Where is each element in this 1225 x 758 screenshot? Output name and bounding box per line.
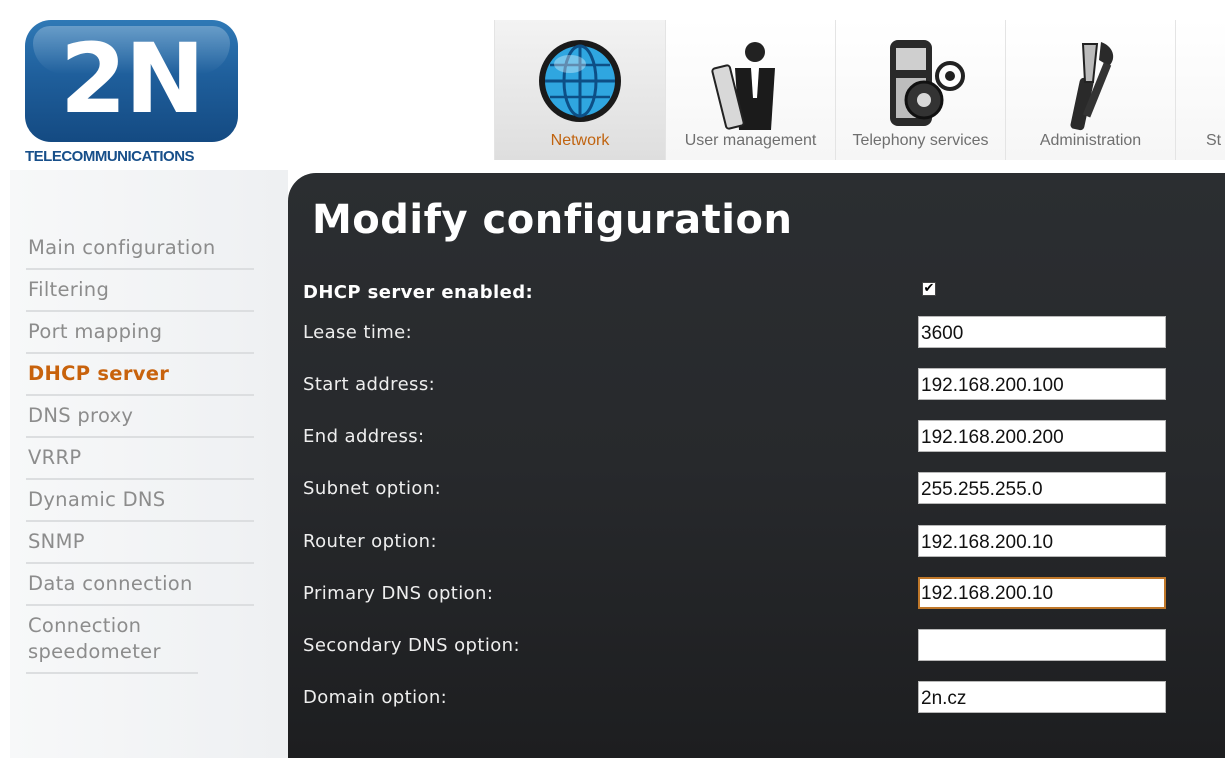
sidebar-item-vrrp[interactable]: VRRP [26,438,254,480]
domain-option-label: Domain option: [303,687,448,708]
lease-time-label: Lease time: [303,322,413,343]
user-icon [710,38,791,136]
primary-dns-input[interactable] [918,577,1166,609]
domain-option-row: Domain option: [303,681,1183,717]
nav-status[interactable]: St [1175,20,1225,160]
lease-time-input[interactable] [918,316,1166,348]
secondary-dns-label: Secondary DNS option: [303,635,520,656]
tools-icon [1061,38,1121,136]
nav-network[interactable]: Network [494,20,665,160]
sidebar: Main configuration Filtering Port mappin… [10,170,288,758]
checkmark-icon: ✔ [923,281,935,296]
primary-dns-row: Primary DNS option: [303,577,1183,613]
end-address-label: End address: [303,426,425,447]
nav-status-label: St [1206,132,1222,149]
start-address-label: Start address: [303,374,436,395]
dhcp-enabled-label: DHCP server enabled: [303,282,534,303]
sidebar-item-main-configuration[interactable]: Main configuration [26,228,254,270]
globe-icon [537,38,623,128]
sidebar-item-port-mapping[interactable]: Port mapping [26,312,254,354]
start-address-row: Start address: [303,368,1183,404]
top-navigation: Network User management Telephony servic… [494,20,1225,160]
nav-network-label: Network [550,132,610,149]
router-option-input[interactable] [918,525,1166,557]
secondary-dns-input[interactable] [918,629,1166,661]
router-option-label: Router option: [303,531,437,552]
secondary-dns-row: Secondary DNS option: [303,629,1183,665]
sidebar-item-filtering[interactable]: Filtering [26,270,254,312]
nav-telephony-services-label: Telephony services [852,132,989,149]
primary-dns-label: Primary DNS option: [303,583,494,604]
subnet-option-label: Subnet option: [303,478,442,499]
sidebar-item-dhcp-server[interactable]: DHCP server [26,354,254,396]
subnet-option-input[interactable] [918,472,1166,504]
sidebar-item-connection-speedometer[interactable]: Connection speedometer [26,606,198,674]
router-option-row: Router option: [303,525,1183,561]
config-panel: Modify configuration DHCP server enabled… [288,173,1225,758]
sidebar-menu: Main configuration Filtering Port mappin… [26,228,254,674]
sidebar-item-dynamic-dns[interactable]: Dynamic DNS [26,480,254,522]
start-address-input[interactable] [918,368,1166,400]
subnet-option-row: Subnet option: [303,472,1183,508]
nav-telephony-services[interactable]: Telephony services [835,20,1005,160]
company-logo: 2N TELECOMMUNICATIONS [25,20,240,170]
dhcp-enabled-row: DHCP server enabled: ✔ [303,276,1183,312]
lease-time-row: Lease time: [303,316,1183,352]
end-address-row: End address: [303,420,1183,456]
nav-administration[interactable]: Administration [1005,20,1175,160]
sidebar-item-snmp[interactable]: SNMP [26,522,254,564]
dhcp-enabled-checkbox[interactable]: ✔ [922,282,936,296]
nav-administration-label: Administration [1039,132,1142,149]
sidebar-item-dns-proxy[interactable]: DNS proxy [26,396,254,438]
nav-user-management[interactable]: User management [665,20,835,160]
logo-subtitle: TELECOMMUNICATIONS [25,148,195,165]
logo-badge: 2N [25,20,238,142]
nav-user-management-label: User management [684,132,817,149]
logo-mark: 2N [59,23,205,135]
page-title: Modify configuration [312,197,793,243]
sidebar-item-data-connection[interactable]: Data connection [26,564,254,606]
domain-option-input[interactable] [918,681,1166,713]
phone-gears-icon [866,38,976,134]
end-address-input[interactable] [918,420,1166,452]
